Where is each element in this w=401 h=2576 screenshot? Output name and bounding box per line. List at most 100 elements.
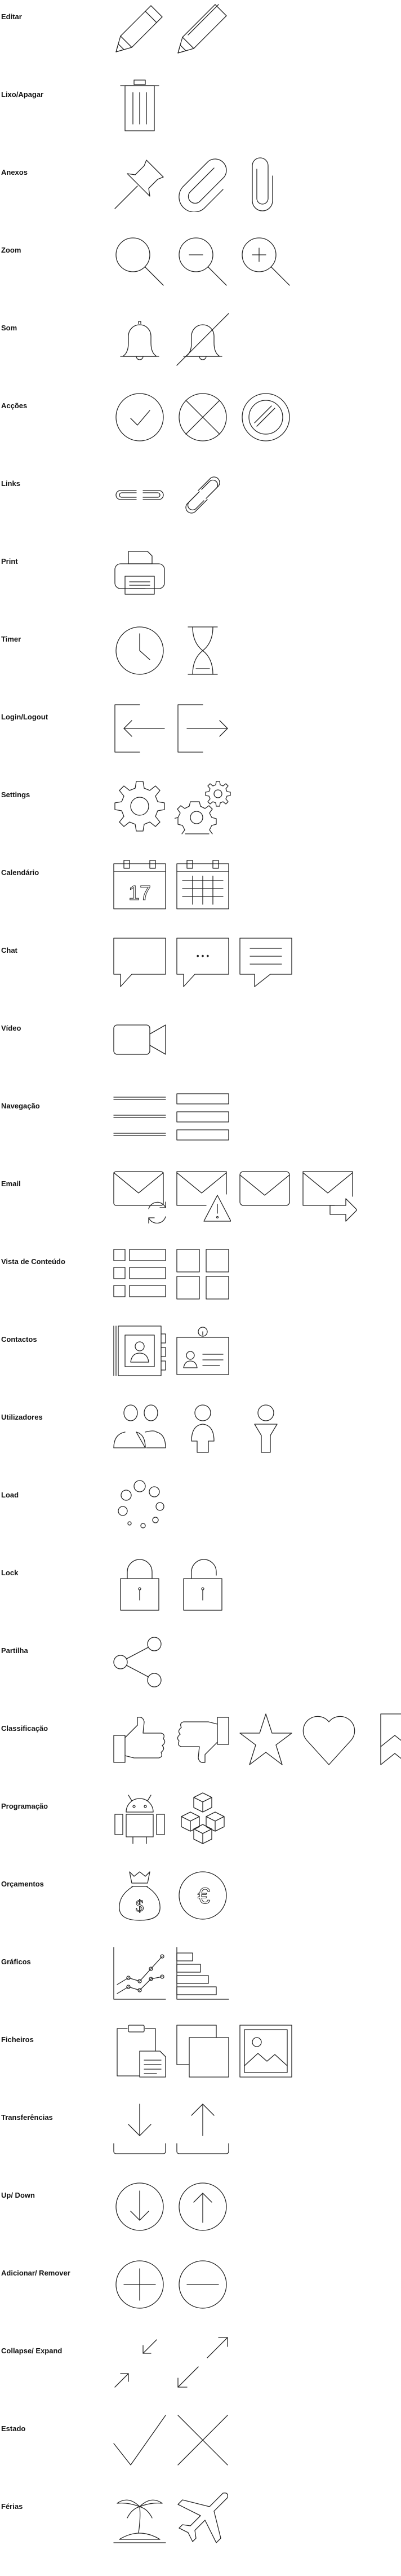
section-estado: Estado	[0, 2412, 401, 2480]
hourglass-icon[interactable]	[175, 622, 231, 679]
clock-icon[interactable]	[112, 622, 168, 679]
cross-icon[interactable]	[175, 2412, 231, 2468]
mail-sync-icon[interactable]	[112, 1167, 168, 1223]
user-alt-icon[interactable]	[238, 1400, 294, 1457]
section-addremove: Adicionar/ Remover	[0, 2256, 401, 2324]
section-label: Transferências	[1, 2113, 53, 2122]
user-icon[interactable]	[175, 1400, 231, 1457]
magnifier-icon[interactable]	[112, 233, 168, 290]
printer-icon[interactable]	[112, 545, 168, 601]
collapse-icon[interactable]	[112, 2334, 168, 2391]
section-label: Navegação	[1, 1102, 40, 1110]
speech-bubble-lines-icon[interactable]	[238, 934, 294, 990]
upload-tray-icon[interactable]	[175, 2101, 231, 2157]
bell-icon[interactable]	[112, 311, 168, 368]
section-updown: Up/ Down	[0, 2179, 401, 2246]
menu-lines-icon[interactable]	[112, 1089, 168, 1146]
speech-bubble-icon[interactable]	[112, 934, 168, 990]
section-label: Lixo/Apagar	[1, 90, 44, 99]
pencil-alt-icon[interactable]	[175, 0, 231, 56]
section-timer: Timer	[0, 622, 401, 690]
thumbs-down-icon[interactable]	[175, 1712, 231, 1768]
share-icon[interactable]	[112, 1634, 168, 1690]
arrow-up-circle-icon[interactable]	[175, 2179, 231, 2235]
line-chart-icon[interactable]	[112, 1945, 168, 2001]
section-label: Orçamentos	[1, 1880, 44, 1888]
speech-bubble-dots-icon[interactable]: • • •	[175, 934, 231, 990]
money-bag-icon[interactable]: $	[112, 1867, 168, 1924]
section-label: Timer	[1, 635, 21, 643]
pushpin-icon[interactable]	[112, 156, 168, 212]
section-label: Login/Logout	[1, 713, 48, 721]
euro-coin-icon[interactable]: €	[175, 1867, 231, 1924]
section-label: Adicionar/ Remover	[1, 2269, 70, 2277]
download-tray-icon[interactable]	[112, 2101, 168, 2157]
check-circle-icon[interactable]	[112, 389, 168, 445]
island-icon[interactable]	[112, 2490, 168, 2546]
section-graficos: Gráficos	[0, 1945, 401, 2013]
android-icon[interactable]	[112, 1789, 168, 1846]
expand-icon[interactable]	[175, 2334, 231, 2391]
airplane-icon[interactable]	[175, 2490, 231, 2546]
star-icon[interactable]	[238, 1712, 294, 1768]
checkmark-icon[interactable]	[112, 2412, 168, 2468]
link-broken-icon[interactable]	[112, 467, 168, 523]
lock-open-icon[interactable]	[175, 1556, 231, 1612]
section-label: Email	[1, 1179, 21, 1188]
users-icon[interactable]	[112, 1400, 168, 1457]
trash-icon[interactable]	[112, 78, 168, 134]
video-camera-icon[interactable]	[112, 1011, 168, 1068]
menu-boxes-icon[interactable]	[175, 1089, 231, 1146]
arrow-down-circle-icon[interactable]	[112, 2179, 168, 2235]
grid-view-icon[interactable]	[175, 1245, 231, 1301]
section-label: Zoom	[1, 246, 21, 254]
bar-chart-icon[interactable]	[175, 1945, 231, 2001]
section-label: Editar	[1, 12, 22, 21]
section-transferencias: Transferências	[0, 2101, 401, 2168]
section-orcamentos: Orçamentos $ €	[0, 1867, 401, 1935]
login-icon[interactable]	[112, 700, 168, 757]
logout-icon[interactable]	[175, 700, 231, 757]
address-book-icon[interactable]	[112, 1323, 168, 1379]
zoom-in-icon[interactable]	[238, 233, 294, 290]
paperclip-diagonal-icon[interactable]	[175, 156, 231, 212]
bell-muted-icon[interactable]	[175, 311, 231, 368]
section-ferias: Férias	[0, 2490, 401, 2557]
paperclip-vertical-icon[interactable]	[238, 156, 294, 212]
gear-icon[interactable]	[112, 778, 168, 834]
section-lock: Lock	[0, 1556, 401, 1624]
calendar-day-number: 17	[128, 881, 151, 904]
cubes-icon[interactable]	[175, 1789, 231, 1846]
euro-symbol: €	[198, 1884, 210, 1908]
list-view-icon[interactable]	[112, 1245, 168, 1301]
gears-icon[interactable]	[175, 778, 231, 834]
thumbs-up-icon[interactable]	[112, 1712, 168, 1768]
section-label: Ficheiros	[1, 2035, 34, 2044]
section-label: Anexos	[1, 168, 28, 176]
heart-icon[interactable]	[301, 1712, 357, 1768]
mail-warning-icon[interactable]	[175, 1167, 231, 1223]
zoom-out-icon[interactable]	[175, 233, 231, 290]
mail-icon[interactable]	[238, 1167, 294, 1223]
clipboard-files-icon[interactable]	[112, 2023, 168, 2079]
plus-circle-icon[interactable]	[112, 2256, 168, 2313]
id-card-icon[interactable]	[175, 1323, 231, 1379]
x-circle-icon[interactable]	[175, 389, 231, 445]
calendar-grid-icon[interactable]	[175, 856, 231, 912]
section-label: Classificação	[1, 1724, 48, 1733]
link-icon[interactable]	[175, 467, 231, 523]
image-file-icon[interactable]	[238, 2023, 294, 2079]
section-label: Links	[1, 479, 20, 488]
calendar-day-icon[interactable]: 17	[112, 856, 168, 912]
bookmark-icon[interactable]	[364, 1712, 401, 1768]
stacked-files-icon[interactable]	[175, 2023, 231, 2079]
section-video: Vídeo	[0, 1011, 401, 1079]
section-label: Vídeo	[1, 1024, 21, 1032]
section-navegacao: Navegação	[0, 1089, 401, 1157]
minus-circle-icon[interactable]	[175, 2256, 231, 2313]
lock-closed-icon[interactable]	[112, 1556, 168, 1612]
forbidden-circle-icon[interactable]	[238, 389, 294, 445]
pencil-icon[interactable]	[112, 0, 168, 56]
mail-forward-icon[interactable]	[301, 1167, 357, 1223]
loading-dots-icon[interactable]	[112, 1478, 168, 1535]
